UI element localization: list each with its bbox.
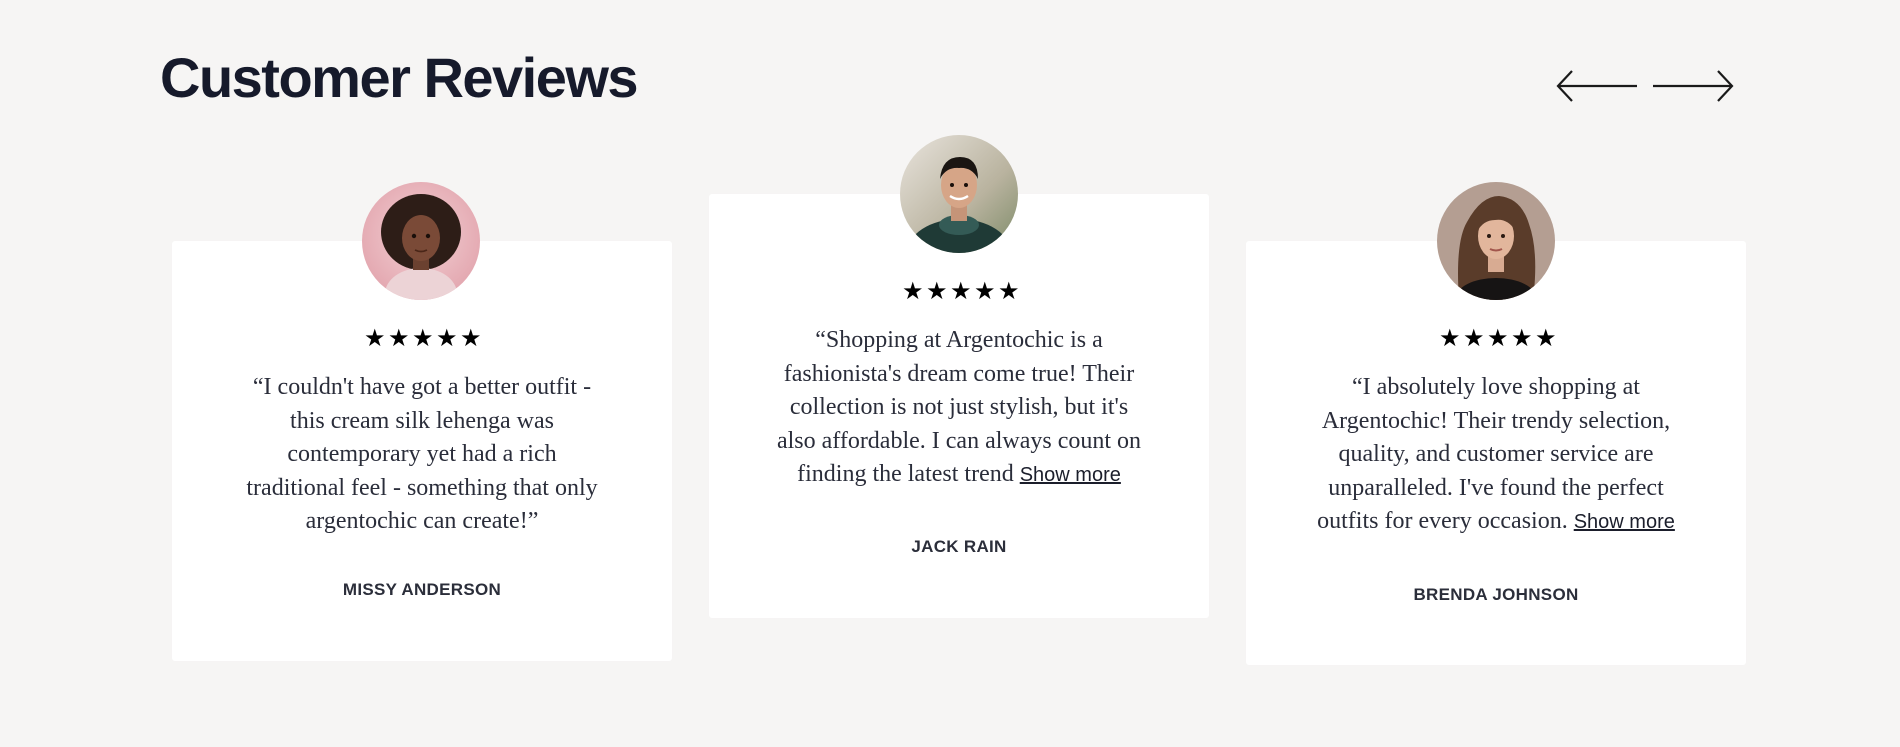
star-icon: ★ <box>1487 324 1509 352</box>
review-quote: “I absolutely love shopping at Argentoch… <box>1314 371 1678 540</box>
star-icon: ★ <box>902 277 924 305</box>
star-icon: ★ <box>1511 324 1533 352</box>
reviewer-name: BRENDA JOHNSON <box>1413 585 1579 604</box>
star-icon: ★ <box>974 277 996 305</box>
reviewer-name: JACK RAIN <box>911 537 1007 556</box>
review-quote-text: “I absolutely love shopping at Argentoch… <box>1317 374 1671 534</box>
star-rating: ★ ★ ★ ★ ★ <box>364 324 482 352</box>
review-quote: “Shopping at Argentochic is a fashionist… <box>776 324 1142 493</box>
avatar <box>900 135 1018 253</box>
section-title: Customer Reviews <box>160 46 639 109</box>
avatar <box>362 182 480 300</box>
star-icon: ★ <box>436 324 458 352</box>
star-icon: ★ <box>1439 324 1461 352</box>
star-icon: ★ <box>364 324 386 352</box>
review-quote-text: “Shopping at Argentochic is a fashionist… <box>776 327 1142 487</box>
star-icon: ★ <box>1535 324 1557 352</box>
review-quote-text: “I couldn't have got a better outfit - t… <box>246 374 598 534</box>
star-rating: ★ ★ ★ ★ ★ <box>902 277 1020 305</box>
star-icon: ★ <box>998 277 1020 305</box>
show-more-link[interactable]: Show more <box>1574 511 1675 533</box>
star-icon: ★ <box>1463 324 1485 352</box>
star-icon: ★ <box>950 277 972 305</box>
star-icon: ★ <box>388 324 410 352</box>
show-more-link[interactable]: Show more <box>1020 464 1121 486</box>
star-rating: ★ ★ ★ ★ ★ <box>1439 324 1557 352</box>
arrow-left-icon <box>1556 70 1637 102</box>
arrow-right-icon <box>1653 70 1734 102</box>
next-button[interactable] <box>1652 68 1734 104</box>
star-icon: ★ <box>460 324 482 352</box>
star-icon: ★ <box>926 277 948 305</box>
review-quote: “I couldn't have got a better outfit - t… <box>240 371 604 539</box>
star-icon: ★ <box>412 324 434 352</box>
reviewer-name: MISSY ANDERSON <box>342 580 502 599</box>
previous-button[interactable] <box>1556 68 1638 104</box>
avatar <box>1437 182 1555 300</box>
